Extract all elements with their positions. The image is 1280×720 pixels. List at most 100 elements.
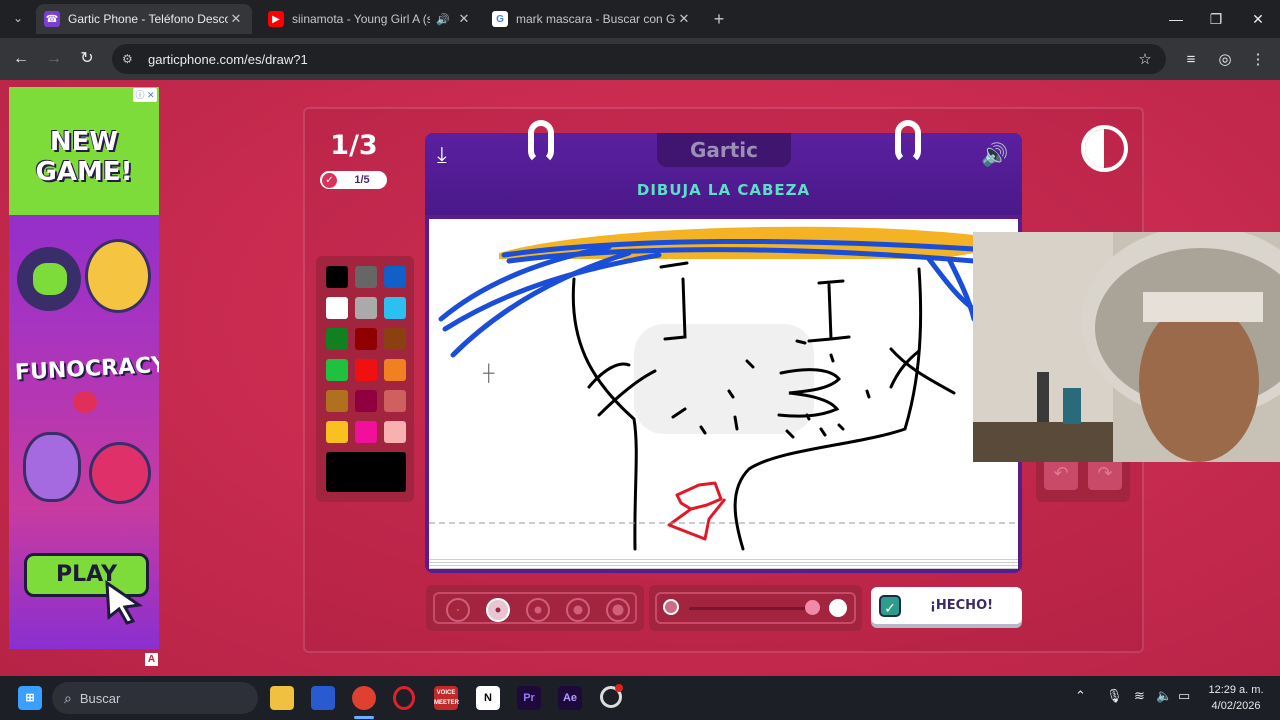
webcam-video xyxy=(973,232,1280,462)
clock[interactable]: 12:29 a. m. 4/02/2026 xyxy=(1200,682,1272,714)
color-swatch[interactable] xyxy=(326,390,348,412)
volume-icon[interactable]: 🔊 xyxy=(981,142,1008,168)
color-swatch[interactable] xyxy=(326,421,348,443)
google-icon: G xyxy=(492,11,508,27)
color-swatch[interactable] xyxy=(384,266,406,288)
color-swatch[interactable] xyxy=(384,359,406,381)
opacity-max-handle[interactable] xyxy=(829,599,847,617)
chrome-icon[interactable] xyxy=(352,686,376,710)
drawing-prompt: DIBUJA LA CABEZA xyxy=(636,181,811,199)
done-button[interactable]: ✓ ¡HECHO! xyxy=(871,587,1022,624)
thumbs-up-icon xyxy=(33,263,67,295)
tab-gartic[interactable]: ☎ Gartic Phone - Teléfono Descon ✕ xyxy=(36,4,252,34)
volume-tray-icon[interactable]: 🔈 xyxy=(1156,688,1172,704)
drawing-canvas[interactable]: ┼ xyxy=(429,219,1018,557)
premiere-icon[interactable]: Pr xyxy=(517,686,541,710)
color-swatch[interactable] xyxy=(384,328,406,350)
tab-google[interactable]: G mark mascara - Buscar con Goo ✕ xyxy=(484,4,700,34)
close-tab-icon[interactable]: ✕ xyxy=(676,11,692,27)
menu-kebab-icon[interactable]: ⋮ xyxy=(1247,49,1269,71)
wifi-icon[interactable]: ≋ xyxy=(1134,688,1145,704)
tab-search-icon[interactable]: ⌄ xyxy=(8,8,28,28)
new-tab-button[interactable]: + xyxy=(708,8,730,30)
brush-dot-icon xyxy=(457,609,459,611)
battery-icon[interactable]: ▭ xyxy=(1178,688,1190,704)
opacity-min-handle[interactable] xyxy=(663,599,679,615)
tongue-face-icon xyxy=(89,442,151,504)
color-swatch[interactable] xyxy=(326,359,348,381)
binder-ring-left xyxy=(528,120,554,164)
color-swatch[interactable] xyxy=(384,390,406,412)
color-swatch[interactable] xyxy=(384,421,406,443)
gartic-logo: Gartic xyxy=(657,133,791,167)
maximize-icon[interactable]: ❐ xyxy=(1196,8,1236,30)
active-app-indicator xyxy=(354,716,374,719)
brush-size-xs[interactable] xyxy=(446,598,470,622)
url-text: garticphone.com/es/draw?1 xyxy=(148,51,308,67)
clock-date: 4/02/2026 xyxy=(1211,700,1261,712)
address-bar[interactable]: ⚙ garticphone.com/es/draw?1 xyxy=(112,44,1166,74)
reload-icon[interactable]: ↻ xyxy=(76,48,98,70)
close-icon[interactable]: ✕ xyxy=(1238,8,1278,30)
brush-size-l[interactable] xyxy=(566,598,590,622)
opacity-slider-handle[interactable] xyxy=(805,600,820,615)
theme-toggle-button[interactable] xyxy=(1081,125,1128,172)
clock-time: 12:29 a. m. xyxy=(1208,684,1264,696)
speaker-icon[interactable]: 🔊 xyxy=(436,13,450,26)
tab-youtube[interactable]: ▶ siinamota - Young Girl A (sl 🔊 ✕ xyxy=(260,4,480,34)
brush-size-s[interactable] xyxy=(486,598,510,622)
cursor-arrow-icon xyxy=(105,580,144,625)
download-icon[interactable]: ⤓ xyxy=(437,142,447,168)
brush-size-xl[interactable] xyxy=(606,598,630,622)
opera-icon[interactable] xyxy=(393,686,415,710)
current-color xyxy=(326,452,406,492)
sketch-drawing xyxy=(429,226,1018,551)
notion-icon[interactable]: N xyxy=(476,686,500,710)
color-swatch[interactable] xyxy=(355,390,377,412)
back-icon[interactable]: ← xyxy=(10,48,32,70)
color-swatch[interactable] xyxy=(355,266,377,288)
color-swatch[interactable] xyxy=(355,297,377,319)
crosshair-cursor-icon: ┼ xyxy=(483,365,495,382)
forward-icon[interactable]: → xyxy=(43,48,65,70)
search-placeholder: Buscar xyxy=(79,690,121,706)
half-moon-icon xyxy=(1085,129,1104,168)
close-tab-icon[interactable]: ✕ xyxy=(456,11,472,27)
check-icon: ✓ xyxy=(879,594,901,617)
color-swatch[interactable] xyxy=(326,266,348,288)
done-label: ¡HECHO! xyxy=(929,598,994,613)
color-swatch[interactable] xyxy=(326,328,348,350)
after-effects-icon[interactable]: Ae xyxy=(558,686,582,710)
ad-banner[interactable]: ⓘ ✕ NEW GAME! FUNOCRACY PLAY xyxy=(9,87,159,649)
tray-chevron-icon[interactable]: ⌃ xyxy=(1075,688,1086,704)
tab-title: Gartic Phone - Teléfono Descon xyxy=(68,12,228,26)
minimize-icon[interactable]: — xyxy=(1156,8,1196,30)
color-swatch[interactable] xyxy=(355,421,377,443)
color-swatch[interactable] xyxy=(384,297,406,319)
ad-choices-icon[interactable]: A xyxy=(145,653,158,666)
file-explorer-icon[interactable] xyxy=(270,686,294,710)
store-icon[interactable] xyxy=(311,686,335,710)
tab-bar: ⌄ ☎ Gartic Phone - Teléfono Descon ✕ ▶ s… xyxy=(0,0,1280,38)
voicemeeter-icon[interactable]: VOICE MEETER xyxy=(434,686,459,710)
brush-dot-icon xyxy=(495,607,501,613)
recording-dot-icon xyxy=(615,684,623,692)
brush-size-m[interactable] xyxy=(526,598,550,622)
bookmark-star-icon[interactable]: ☆ xyxy=(1134,49,1156,71)
brush-dot-icon xyxy=(573,605,583,615)
windows-icon[interactable]: ⊞ xyxy=(18,686,42,710)
microphone-icon[interactable]: 🎙 xyxy=(1106,688,1123,704)
webcam-overlay xyxy=(973,232,1280,462)
ad-info-icon[interactable]: ⓘ ✕ xyxy=(133,88,157,102)
search-icon: ⌕ xyxy=(64,689,72,706)
close-tab-icon[interactable]: ✕ xyxy=(228,11,244,27)
opacity-slider-track[interactable] xyxy=(689,607,814,610)
color-swatch[interactable] xyxy=(355,328,377,350)
media-control-icon[interactable]: ≡ xyxy=(1180,49,1202,71)
profile-icon[interactable]: ◎ xyxy=(1214,49,1236,71)
taskbar-search[interactable]: ⌕ Buscar xyxy=(52,682,258,714)
color-swatch[interactable] xyxy=(355,359,377,381)
color-swatch[interactable] xyxy=(326,297,348,319)
site-info-icon[interactable]: ⚙ xyxy=(122,52,138,66)
tab-title: mark mascara - Buscar con Goo xyxy=(516,12,676,26)
